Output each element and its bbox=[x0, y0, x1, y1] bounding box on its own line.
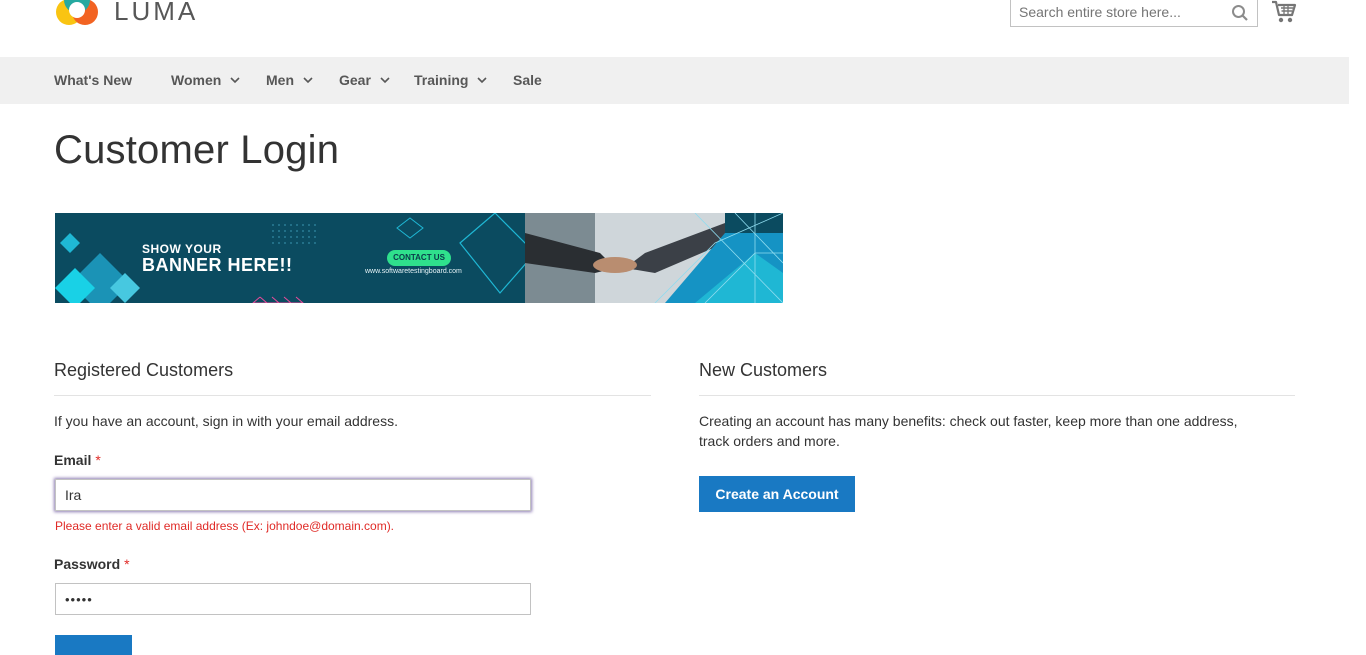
nav-item-training[interactable]: Training bbox=[414, 57, 488, 104]
logo-text[interactable]: LUMA bbox=[114, 0, 198, 27]
nav-item-label: Sale bbox=[513, 72, 542, 88]
nav-item-label: What's New bbox=[54, 72, 133, 88]
registered-intro-text: If you have an account, sign in with you… bbox=[54, 413, 398, 429]
nav-item-gear[interactable]: Gear bbox=[339, 57, 390, 104]
divider bbox=[54, 395, 651, 396]
page-scrollbar[interactable] bbox=[1349, 0, 1366, 643]
password-field[interactable] bbox=[55, 583, 531, 615]
page-title: Customer Login bbox=[54, 128, 340, 172]
chevron-down-icon bbox=[477, 77, 488, 84]
nav-item-men[interactable]: Men bbox=[266, 57, 313, 104]
search-input[interactable] bbox=[1011, 0, 1237, 26]
banner-url: www.softwaretestingboard.com bbox=[365, 268, 462, 275]
banner-headline-small: SHOW YOUR bbox=[142, 242, 222, 256]
password-label: Password * bbox=[54, 556, 130, 572]
email-label-text: Email bbox=[54, 452, 92, 468]
nav-item-whats-new[interactable]: What's New bbox=[54, 57, 132, 104]
chevron-down-icon bbox=[230, 77, 240, 84]
required-mark: * bbox=[95, 452, 101, 468]
banner-contact-button[interactable]: CONTACT US bbox=[387, 250, 451, 266]
chevron-down-icon bbox=[303, 77, 313, 84]
site-header: LUMA bbox=[0, 0, 1366, 57]
shopping-cart-icon[interactable] bbox=[1271, 0, 1297, 24]
required-mark: * bbox=[124, 556, 130, 572]
main-navigation: What's New Women Men Gear Training Sale bbox=[0, 57, 1349, 104]
nav-item-label: Gear bbox=[339, 72, 371, 88]
new-customers-title: New Customers bbox=[699, 360, 828, 380]
email-error-message: Please enter a valid email address (Ex: … bbox=[55, 519, 395, 533]
nav-item-label: Training bbox=[414, 72, 469, 88]
chevron-down-icon bbox=[380, 77, 390, 84]
new-customers-text-line2: track orders and more. bbox=[699, 433, 840, 449]
nav-item-label: Women bbox=[171, 72, 222, 88]
email-label: Email * bbox=[54, 452, 101, 468]
search-icon[interactable] bbox=[1231, 4, 1249, 22]
nav-item-sale[interactable]: Sale bbox=[513, 57, 542, 104]
password-label-text: Password bbox=[54, 556, 121, 572]
nav-item-label: Men bbox=[266, 72, 294, 88]
promo-banner[interactable]: SHOW YOUR BANNER HERE!! CONTACT US www.s… bbox=[55, 213, 783, 303]
banner-headline: BANNER HERE!! bbox=[142, 255, 293, 275]
registered-customers-title: Registered Customers bbox=[54, 360, 234, 380]
email-field[interactable] bbox=[55, 479, 531, 511]
divider bbox=[699, 395, 1295, 396]
nav-item-women[interactable]: Women bbox=[171, 57, 240, 104]
new-customers-text-line1: Creating an account has many benefits: c… bbox=[699, 413, 1238, 429]
create-account-button[interactable]: Create an Account bbox=[699, 476, 855, 512]
sign-in-button[interactable] bbox=[55, 635, 132, 655]
luma-logo-icon[interactable] bbox=[55, 0, 101, 32]
search-box bbox=[1010, 0, 1258, 27]
